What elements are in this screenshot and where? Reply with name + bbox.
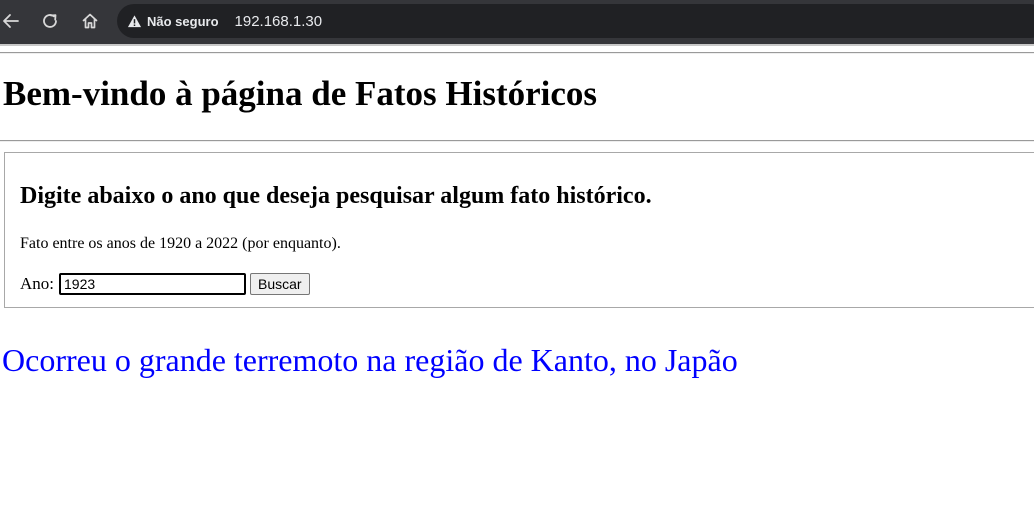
- result-text: Ocorreu o grande terremoto na região de …: [2, 342, 738, 378]
- home-icon: [82, 13, 98, 29]
- search-button[interactable]: Buscar: [250, 273, 310, 295]
- page-content: Bem-vindo à página de Fatos Históricos D…: [0, 46, 1034, 521]
- reload-button[interactable]: [37, 8, 63, 34]
- year-input[interactable]: [59, 273, 246, 295]
- search-form: Digite abaixo o ano que deseja pesquisar…: [4, 152, 1034, 308]
- form-note: Fato entre os anos de 1920 a 2022 (por e…: [20, 235, 341, 252]
- horizontal-rule: [0, 52, 1034, 54]
- address-bar[interactable]: Não seguro 192.168.1.30: [117, 4, 1034, 38]
- warning-triangle-icon: [127, 14, 142, 27]
- page-title: Bem-vindo à página de Fatos Históricos: [3, 74, 598, 113]
- home-button[interactable]: [77, 8, 103, 34]
- back-button[interactable]: [0, 8, 24, 34]
- url-text[interactable]: 192.168.1.30: [235, 13, 323, 30]
- back-arrow-icon: [3, 14, 19, 28]
- reload-icon: [43, 14, 57, 28]
- browser-toolbar: Não seguro 192.168.1.30: [0, 0, 1034, 44]
- horizontal-rule: [0, 140, 1034, 142]
- form-heading: Digite abaixo o ano que deseja pesquisar…: [20, 183, 652, 209]
- year-field-row: Ano: Buscar: [20, 273, 310, 295]
- security-indicator[interactable]: Não seguro: [127, 8, 223, 34]
- security-label: Não seguro: [147, 13, 219, 29]
- year-label: Ano:: [20, 274, 54, 293]
